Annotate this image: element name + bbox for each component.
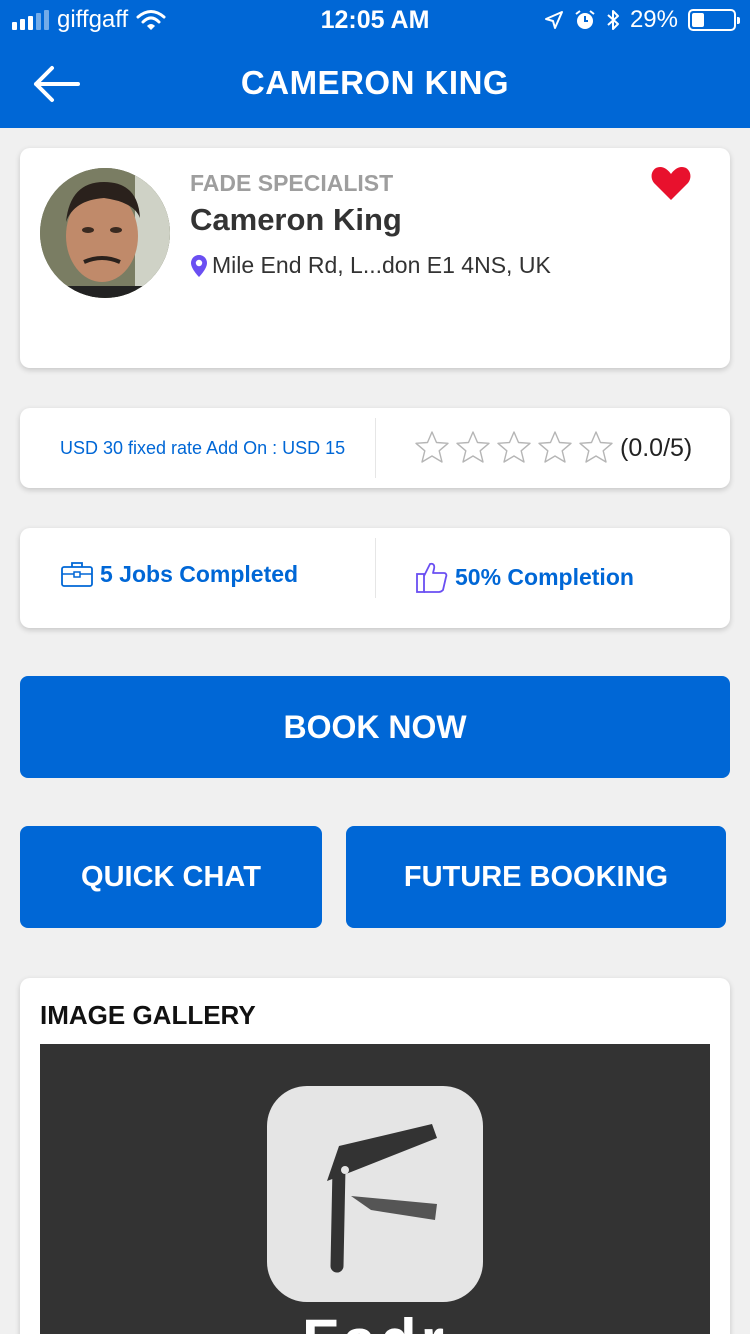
gallery-title: IMAGE GALLERY: [40, 1000, 256, 1030]
quick-chat-button[interactable]: QUICK CHAT: [20, 826, 322, 928]
rating-stars: [414, 430, 614, 464]
location-icon: [544, 11, 563, 29]
avatar[interactable]: [40, 168, 170, 298]
card-divider: [375, 418, 376, 478]
app-logo-icon: [267, 1086, 483, 1302]
book-now-button[interactable]: BOOK NOW: [20, 676, 730, 778]
battery-percent: 29%: [629, 6, 678, 33]
location: Mile End Rd, L...don E1 4NS, UK: [190, 252, 551, 279]
specialty-label: FADE SPECIALIST: [190, 170, 394, 196]
star-icon[interactable]: [455, 430, 491, 464]
avatar-photo: [40, 168, 170, 298]
heart-icon[interactable]: [650, 164, 692, 202]
status-right: 29%: [544, 6, 740, 34]
bluetooth-icon: [607, 10, 619, 30]
pricing-text: USD 30 fixed rate Add On : USD 15: [60, 438, 346, 458]
rating-text: (0.0/5): [620, 434, 693, 462]
star-icon[interactable]: [578, 430, 614, 464]
gallery-image[interactable]: Fadr: [40, 1044, 710, 1334]
pricing-rating-card: USD 30 fixed rate Add On : USD 15 (0.0/5…: [20, 408, 730, 488]
status-bar: giffgaff 12:05 AM 29%: [0, 0, 750, 40]
app-header: CAMERON KING: [0, 40, 750, 128]
battery-fill: [692, 13, 704, 27]
star-icon[interactable]: [496, 430, 532, 464]
alarm-icon: [575, 10, 595, 29]
thumbs-up-icon: [416, 562, 448, 593]
briefcase-icon: [61, 562, 93, 587]
jobs-text: 5 Jobs Completed: [100, 560, 299, 587]
completion-rate: 50% Completion: [415, 560, 634, 594]
star-icon[interactable]: [414, 430, 450, 464]
jobs-completed: 5 Jobs Completed: [60, 560, 298, 588]
battery-icon: [688, 9, 740, 31]
profile-card: FADE SPECIALIST Cameron King Mile End Rd…: [20, 148, 730, 368]
card-divider: [375, 538, 376, 598]
map-pin-icon: [191, 254, 207, 277]
razor-icon: [327, 1124, 437, 1273]
star-icon[interactable]: [537, 430, 573, 464]
image-gallery-card: IMAGE GALLERY Fadr: [20, 978, 730, 1334]
future-booking-button[interactable]: FUTURE BOOKING: [346, 826, 726, 928]
location-text: Mile End Rd, L...don E1 4NS, UK: [212, 252, 551, 278]
app-name: Fadr: [40, 1306, 710, 1334]
barber-name: Cameron King: [190, 202, 402, 237]
stats-card: 5 Jobs Completed 50% Completion: [20, 528, 730, 628]
page-title: CAMERON KING: [240, 64, 510, 101]
completion-text: 50% Completion: [455, 563, 634, 590]
